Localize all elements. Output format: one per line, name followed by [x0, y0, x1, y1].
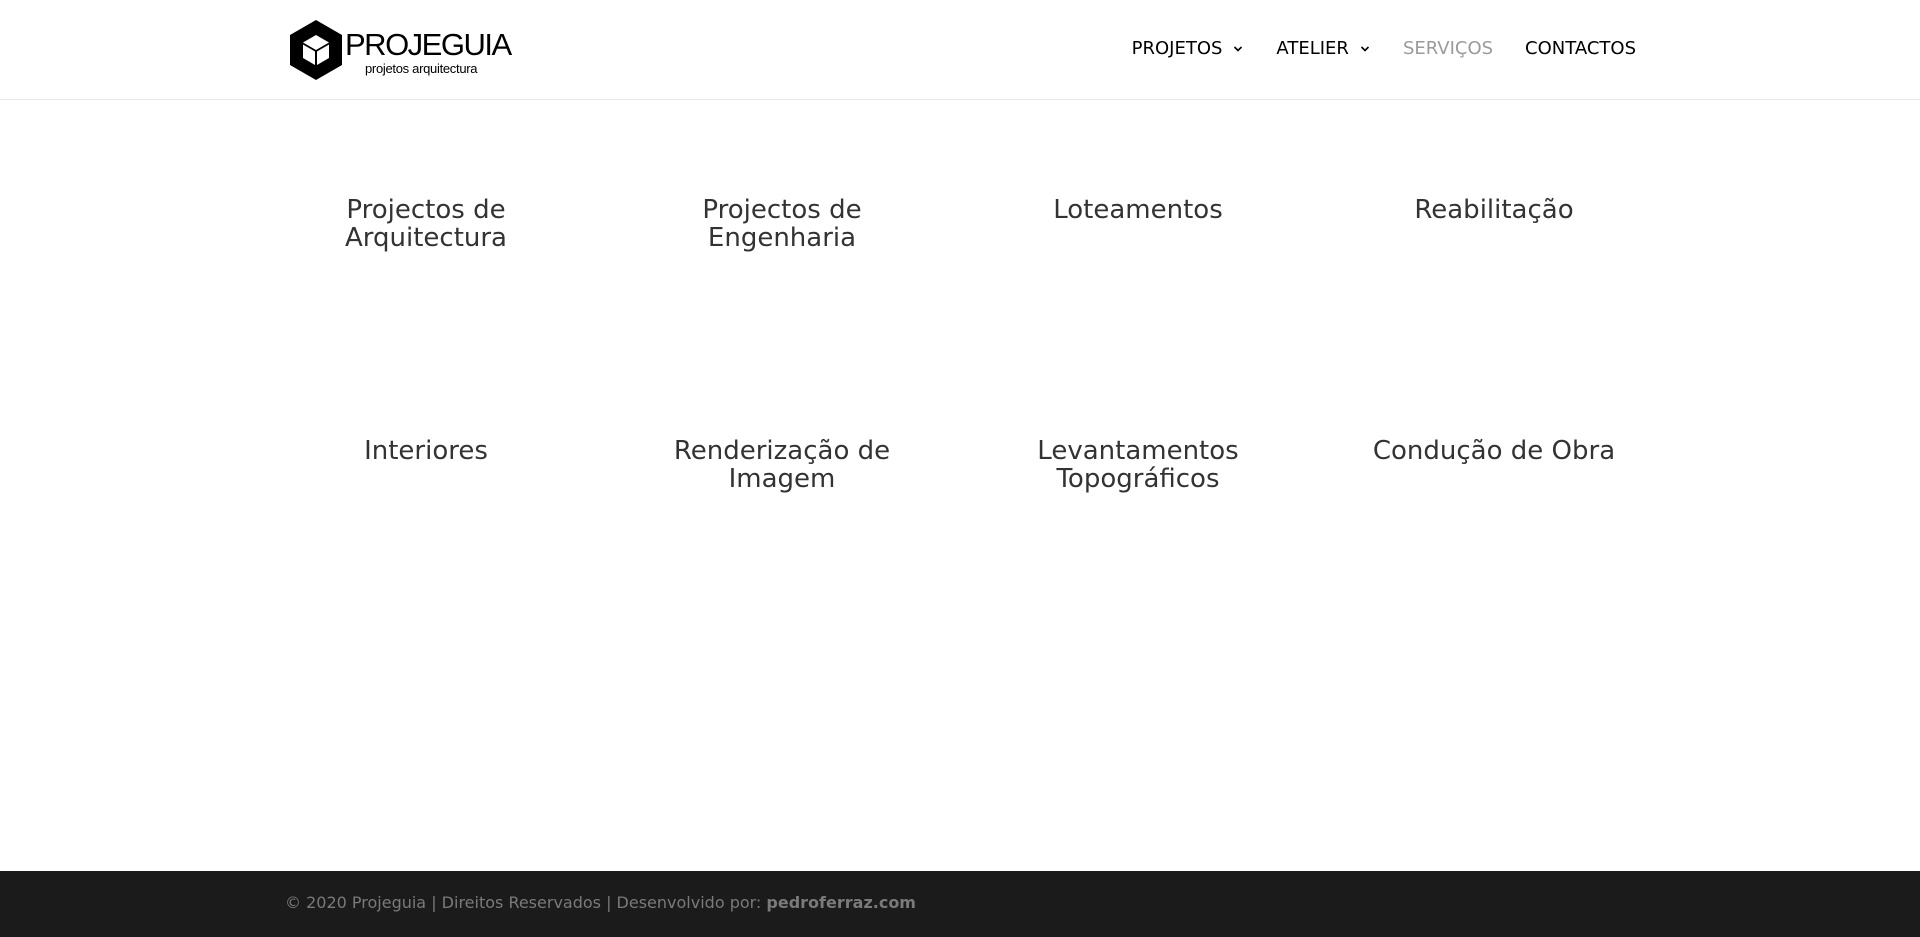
main-nav: PROJETOS ATELIER SERVIÇOS CONTACTOS — [1100, 36, 1636, 62]
nav-item-label: ATELIER — [1276, 38, 1349, 59]
service-title-line1: Condução de Obra — [1372, 436, 1616, 466]
nav-item-contactos[interactable]: CONTACTOS — [1525, 36, 1636, 62]
chevron-down-icon — [1234, 46, 1243, 52]
site-logo[interactable]: PROJEGUIA projetos arquitectura — [289, 19, 512, 81]
service-card-conducao-obra[interactable]: Condução de Obra — [1352, 437, 1636, 465]
service-card-loteamentos[interactable]: Loteamentos — [996, 196, 1280, 224]
nav-item-label: CONTACTOS — [1525, 38, 1636, 59]
nav-item-projetos[interactable]: PROJETOS — [1132, 36, 1245, 62]
service-card-engenharia[interactable]: Projectos de Engenharia — [640, 196, 924, 252]
footer-copyright-text: © 2020 Projeguia | Direitos Reservados |… — [285, 893, 767, 912]
service-card-renderizacao[interactable]: Renderização de Imagem — [640, 437, 924, 493]
service-title-line2: Topográficos — [1056, 464, 1220, 494]
site-header: PROJEGUIA projetos arquitectura PROJETOS… — [0, 0, 1920, 100]
service-title-line2: Imagem — [728, 464, 836, 494]
service-card-interiores[interactable]: Interiores — [284, 437, 568, 465]
logo-tagline: projetos arquitectura — [365, 61, 478, 76]
hexagon-cube-icon — [290, 20, 342, 80]
service-title-line1: Projectos de — [702, 195, 862, 225]
chevron-down-icon — [1360, 46, 1370, 52]
service-card-levantamentos[interactable]: Levantamentos Topográficos — [996, 437, 1280, 493]
nav-item-label: SERVIÇOS — [1402, 38, 1494, 59]
logo-wordmark: PROJEGUIA — [345, 27, 512, 62]
service-title-line1: Renderização de — [673, 436, 891, 466]
service-title-line1: Loteamentos — [1053, 195, 1223, 225]
service-card-reabilitacao[interactable]: Reabilitação — [1352, 196, 1636, 224]
nav-item-label: PROJETOS — [1131, 38, 1223, 59]
footer-copyright: © 2020 Projeguia | Direitos Reservados |… — [285, 893, 916, 912]
service-title-line2: Arquitectura — [344, 223, 507, 253]
footer-developer-link[interactable]: pedroferraz.com — [766, 893, 916, 912]
service-title-line1: Interiores — [364, 436, 488, 466]
service-title-line1: Projectos de — [346, 195, 506, 225]
service-title-line1: Reabilitação — [1414, 195, 1574, 225]
nav-item-atelier[interactable]: ATELIER — [1276, 36, 1371, 62]
site-footer: © 2020 Projeguia | Direitos Reservados |… — [0, 871, 1920, 937]
service-title-line2: Engenharia — [707, 223, 857, 253]
service-title-line1: Levantamentos — [1037, 436, 1239, 466]
service-card-arquitectura[interactable]: Projectos de Arquitectura — [284, 196, 568, 252]
nav-item-servicos[interactable]: SERVIÇOS — [1403, 36, 1493, 62]
